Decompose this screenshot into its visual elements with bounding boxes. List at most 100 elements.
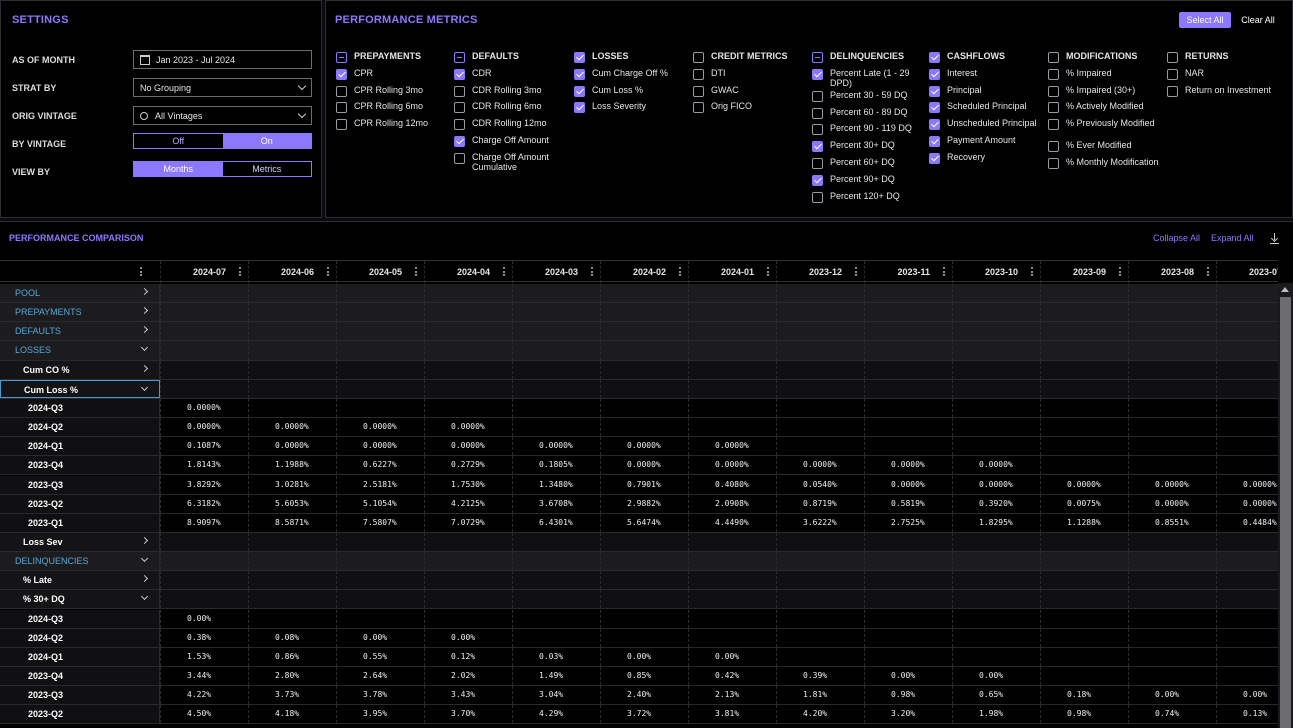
download-icon[interactable]: [1270, 233, 1279, 245]
column-menu-icon[interactable]: [415, 267, 418, 277]
metric-checkbox[interactable]: [1048, 102, 1059, 114]
chevron-right-icon[interactable]: [140, 364, 149, 372]
column-header[interactable]: 2024-07: [160, 261, 248, 283]
metric-checkbox[interactable]: [812, 90, 823, 102]
group-row[interactable]: % 30+ DQ: [0, 590, 1278, 610]
metric-group-header[interactable]: CREDIT METRICS: [693, 51, 811, 68]
chevron-right-icon[interactable]: [140, 326, 149, 334]
row-header-menu-icon[interactable]: [140, 267, 143, 277]
metric-option[interactable]: Recovery: [929, 152, 1047, 169]
vertical-scrollbar[interactable]: [1278, 283, 1293, 728]
metric-checkbox[interactable]: [1048, 157, 1059, 169]
column-menu-icon[interactable]: [1207, 267, 1210, 277]
metric-option[interactable]: % Monthly Modification: [1048, 157, 1166, 179]
chevron-down-icon[interactable]: [140, 344, 149, 352]
metric-checkbox[interactable]: [812, 107, 823, 119]
group-row[interactable]: % Late: [0, 571, 1278, 591]
metric-option[interactable]: Percent 30 - 59 DQ: [812, 90, 912, 107]
metric-option[interactable]: Unscheduled Principal: [929, 118, 1047, 135]
column-header[interactable]: 2023-07: [1216, 261, 1278, 283]
by-vintage-off[interactable]: Off: [134, 134, 223, 148]
column-menu-icon[interactable]: [1119, 267, 1122, 277]
metric-checkbox[interactable]: [1048, 141, 1059, 153]
chevron-down-icon[interactable]: [140, 593, 149, 601]
metric-option[interactable]: Percent 120+ DQ: [812, 191, 912, 208]
column-menu-icon[interactable]: [679, 267, 682, 277]
metric-option[interactable]: CDR Rolling 12mo: [454, 118, 572, 135]
metric-option[interactable]: CDR Rolling 6mo: [454, 101, 572, 118]
metric-option[interactable]: Percent 90 - 119 DQ: [812, 123, 912, 140]
metric-option[interactable]: % Impaired: [1048, 68, 1166, 85]
column-header[interactable]: 2023-09: [1040, 261, 1128, 283]
metric-option[interactable]: Charge Off Amount: [454, 135, 572, 152]
row-label[interactable]: % Late: [0, 571, 160, 590]
column-menu-icon[interactable]: [591, 267, 594, 277]
group-row[interactable]: LOSSES: [0, 341, 1278, 361]
metric-option[interactable]: % Ever Modified: [1048, 140, 1166, 157]
metric-option[interactable]: Percent Late (1 - 29 DPD): [812, 68, 912, 90]
group-checkbox[interactable]: [1048, 52, 1059, 63]
metric-checkbox[interactable]: [336, 85, 347, 97]
group-checkbox[interactable]: [1167, 52, 1178, 63]
group-row[interactable]: DEFAULTS: [0, 322, 1278, 342]
metric-group-header[interactable]: MODIFICATIONS: [1048, 51, 1166, 68]
metric-option[interactable]: Cum Charge Off %: [574, 68, 692, 85]
row-label[interactable]: Cum CO %: [0, 360, 160, 379]
group-checkbox[interactable]: [574, 52, 585, 63]
metric-option[interactable]: Return on Investment: [1167, 85, 1285, 102]
metric-option[interactable]: CPR Rolling 6mo: [336, 101, 454, 118]
column-header[interactable]: 2024-04: [424, 261, 512, 283]
metric-checkbox[interactable]: [454, 135, 465, 147]
metric-checkbox[interactable]: [812, 124, 823, 136]
row-label[interactable]: % 30+ DQ: [0, 590, 160, 609]
column-menu-icon[interactable]: [239, 267, 242, 277]
chevron-right-icon[interactable]: [140, 307, 149, 315]
column-header[interactable]: 2023-12: [776, 261, 864, 283]
metric-option[interactable]: Interest: [929, 68, 1047, 85]
metric-option[interactable]: CPR: [336, 68, 454, 85]
column-header[interactable]: 2024-02: [600, 261, 688, 283]
metric-checkbox[interactable]: [929, 135, 940, 147]
metric-checkbox[interactable]: [1048, 119, 1059, 131]
orig-vintage-select[interactable]: All Vintages: [133, 106, 312, 125]
row-label[interactable]: LOSSES: [0, 341, 160, 360]
column-menu-icon[interactable]: [855, 267, 858, 277]
group-row[interactable]: POOL: [0, 284, 1278, 304]
metric-checkbox[interactable]: [454, 85, 465, 97]
metric-checkbox[interactable]: [574, 102, 585, 114]
clear-all-button[interactable]: Clear All: [1239, 12, 1277, 28]
metric-option[interactable]: CDR Rolling 3mo: [454, 85, 572, 102]
column-menu-icon[interactable]: [1031, 267, 1034, 277]
group-row[interactable]: Cum Loss %: [0, 379, 1278, 399]
view-by-months[interactable]: Months: [134, 162, 223, 176]
column-header[interactable]: 2023-08: [1128, 261, 1216, 283]
metric-option[interactable]: NAR: [1167, 68, 1285, 85]
metric-option[interactable]: Cum Loss %: [574, 85, 692, 102]
metric-checkbox[interactable]: [693, 68, 704, 80]
chevron-down-icon[interactable]: [140, 383, 149, 391]
metric-checkbox[interactable]: [1167, 85, 1178, 97]
as-of-month-picker[interactable]: Jan 2023 - Jul 2024: [133, 50, 312, 69]
metric-group-header[interactable]: DELINQUENCIES: [812, 51, 912, 68]
column-menu-icon[interactable]: [767, 267, 770, 277]
collapse-all-link[interactable]: Collapse All: [1153, 233, 1200, 243]
metric-option[interactable]: Scheduled Principal: [929, 101, 1047, 118]
column-menu-icon[interactable]: [503, 267, 506, 277]
chevron-down-icon[interactable]: [140, 555, 149, 563]
strat-by-select[interactable]: No Grouping: [133, 78, 312, 97]
metric-group-header[interactable]: DEFAULTS: [454, 51, 572, 68]
row-label[interactable]: PREPAYMENTS: [0, 303, 160, 322]
metric-option[interactable]: Percent 30+ DQ: [812, 140, 912, 157]
metric-checkbox[interactable]: [454, 68, 465, 80]
by-vintage-on[interactable]: On: [222, 134, 311, 148]
row-label[interactable]: POOL: [0, 284, 160, 303]
metric-checkbox[interactable]: [574, 85, 585, 97]
chevron-right-icon[interactable]: [140, 287, 149, 296]
metric-checkbox[interactable]: [812, 174, 823, 186]
row-label[interactable]: Loss Sev: [0, 532, 160, 552]
metric-option[interactable]: % Actively Modified: [1048, 101, 1166, 118]
metric-checkbox[interactable]: [812, 141, 823, 153]
view-by-toggle[interactable]: Months Metrics: [133, 161, 312, 177]
column-menu-icon[interactable]: [943, 267, 946, 277]
metric-checkbox[interactable]: [812, 68, 823, 80]
